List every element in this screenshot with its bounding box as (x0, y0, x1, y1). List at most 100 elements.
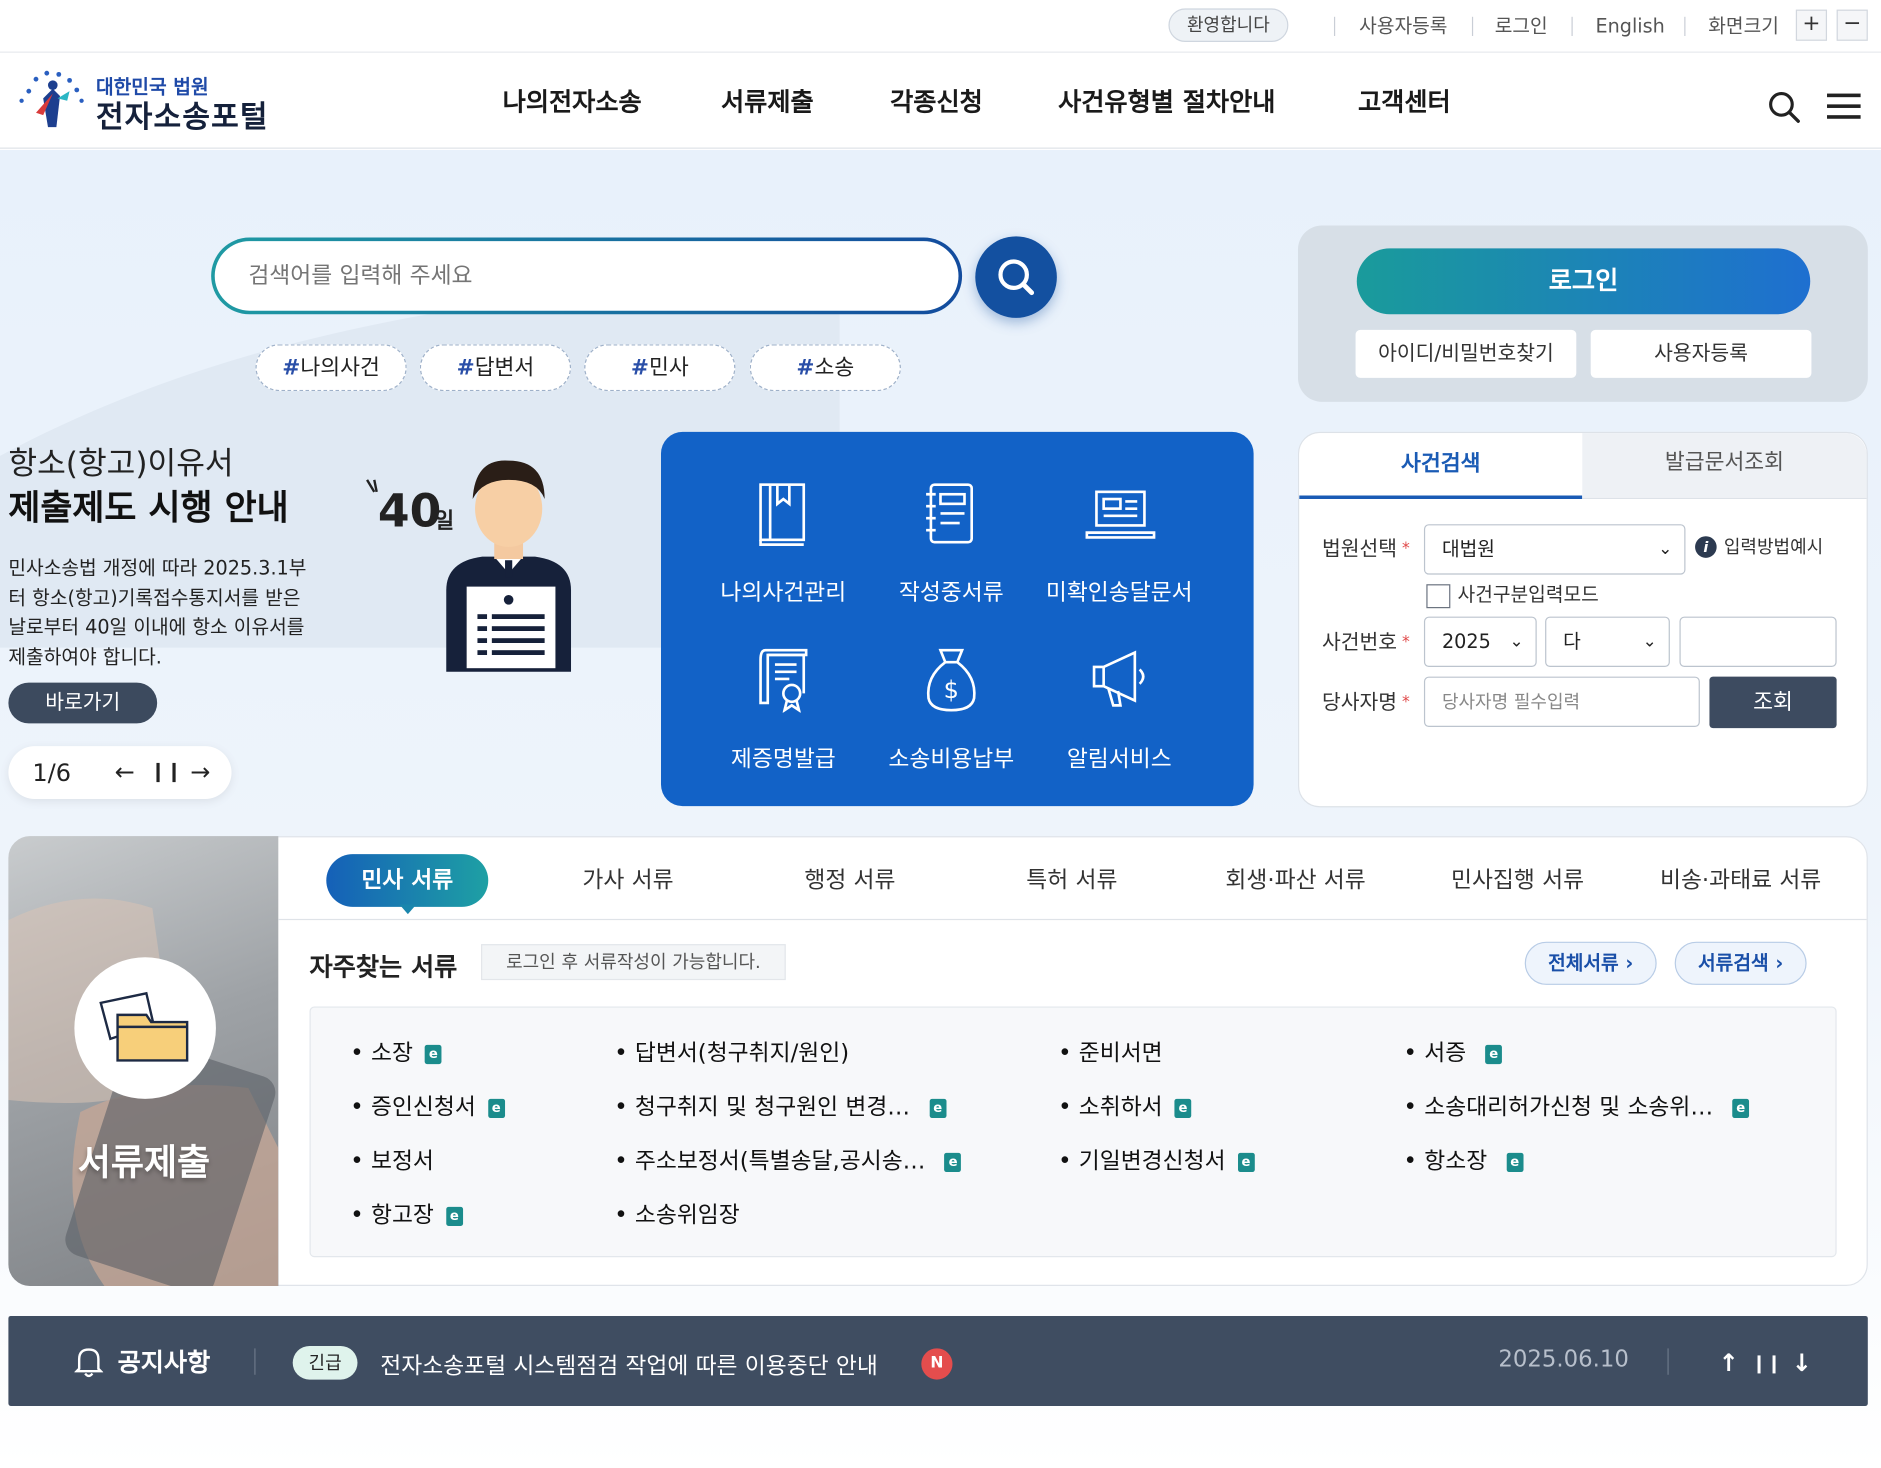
party-name-input[interactable]: 당사자명 필수입력 (1423, 676, 1700, 727)
mode-checkbox[interactable] (1426, 584, 1451, 609)
doc-item[interactable]: • 증인신청서 e (350, 1090, 505, 1124)
banner-go-button[interactable]: 바로가기 (8, 682, 158, 724)
court-select[interactable]: 대법원 ⌄ (1423, 524, 1686, 575)
bullet: • (1058, 1040, 1079, 1067)
menu-icon[interactable] (1825, 91, 1863, 122)
e-form-icon[interactable]: e (1485, 1044, 1503, 1065)
e-form-icon[interactable]: e (929, 1098, 947, 1119)
nav-customer-center[interactable]: 고객센터 (1358, 84, 1451, 120)
e-form-icon[interactable]: e (1732, 1098, 1750, 1119)
book-icon[interactable] (751, 480, 816, 547)
doc-item[interactable]: • 준비서면 (1058, 1036, 1163, 1070)
nav-document-submit[interactable]: 서류제출 (721, 84, 814, 120)
doc-item[interactable]: • 소송대리허가신청 및 소송위… e (1404, 1090, 1750, 1124)
e-form-icon[interactable]: e (1174, 1098, 1192, 1119)
doc-item[interactable]: • 보정서 (350, 1144, 434, 1178)
login-button[interactable]: 로그인 (1356, 248, 1811, 315)
quick-label[interactable]: 제증명발급 (693, 744, 873, 775)
nav-applications[interactable]: 각종신청 (890, 84, 983, 120)
court-select-value: 대법원 (1441, 537, 1495, 561)
zoom-in-button[interactable]: + (1795, 9, 1828, 41)
doc-item[interactable]: • 서증 e (1404, 1036, 1503, 1070)
info-icon[interactable]: i (1695, 536, 1717, 558)
court-label-text: 법원선택 (1321, 537, 1398, 562)
search-input[interactable] (214, 241, 959, 311)
tab-execution-docs[interactable]: 민사집행 서류 (1428, 854, 1608, 907)
megaphone-icon[interactable] (1087, 645, 1154, 712)
divider (1684, 16, 1686, 36)
e-form-icon[interactable]: e (445, 1206, 463, 1227)
case-type-select[interactable]: 다 ⌄ (1545, 616, 1670, 667)
arrow-left-icon[interactable]: ← (112, 757, 138, 786)
pause-icon[interactable]: ❙❙ (150, 759, 182, 782)
nav-procedure-guide[interactable]: 사건유형별 절차안내 (1058, 84, 1275, 120)
tab-case-search[interactable]: 사건검색 (1299, 433, 1583, 500)
tab-divider (278, 918, 1867, 921)
court-logo-icon[interactable] (17, 65, 89, 135)
arrow-right-icon[interactable]: → (187, 757, 213, 786)
search-icon[interactable] (1766, 89, 1802, 125)
pager-count: 1/6 (32, 758, 72, 787)
all-docs-button[interactable]: 전체서류 › (1524, 941, 1657, 985)
case-number-input[interactable] (1679, 616, 1837, 667)
nav-my-case[interactable]: 나의전자소송 (503, 84, 642, 120)
welcome-badge: 환영합니다 (1168, 8, 1289, 42)
e-form-icon[interactable]: e (944, 1152, 962, 1173)
money-bag-icon[interactable]: $ (919, 645, 984, 712)
tab-patent-docs[interactable]: 특허 서류 (991, 854, 1153, 907)
notebook-icon[interactable] (919, 480, 984, 547)
input-help-link[interactable]: 입력방법예시 (1724, 533, 1823, 562)
query-button[interactable]: 조회 (1709, 676, 1837, 729)
laptop-icon[interactable] (1084, 480, 1156, 547)
register-link[interactable]: 사용자등록 (1359, 12, 1447, 41)
tab-issued-docs[interactable]: 발급문서조회 (1582, 433, 1867, 500)
quick-label[interactable]: 미확인송달문서 (1029, 577, 1209, 608)
arrow-up-icon[interactable]: ↑ (1715, 1348, 1741, 1377)
doc-item[interactable]: • 항소장 e (1404, 1144, 1524, 1178)
divider (1667, 1348, 1669, 1375)
quick-label[interactable]: 소송비용납부 (861, 744, 1041, 775)
doc-item[interactable]: • 소취하서 e (1058, 1090, 1192, 1124)
hashtag-button[interactable]: #민사 (584, 344, 736, 392)
notice-text[interactable]: 전자소송포털 시스템점검 작업에 따른 이용중단 안내 (380, 1348, 878, 1380)
doc-search-button[interactable]: 서류검색 › (1674, 941, 1807, 985)
doc-search-label: 서류검색 (1698, 951, 1769, 975)
arrow-down-icon[interactable]: ↓ (1789, 1348, 1815, 1377)
doc-item[interactable]: • 주소보정서(특별송달,공시송… e (614, 1144, 962, 1178)
doc-item[interactable]: • 소장 e (350, 1036, 442, 1070)
bullet: • (1403, 1040, 1425, 1067)
e-form-icon[interactable]: e (1506, 1152, 1524, 1173)
register-button[interactable]: 사용자등록 (1590, 329, 1812, 378)
doc-item[interactable]: • 소송위임장 (614, 1198, 740, 1232)
tab-admin-docs[interactable]: 행정 서류 (769, 854, 931, 907)
hashtag-button[interactable]: #소송 (749, 344, 901, 392)
tab-bankruptcy-docs[interactable]: 회생·파산 서류 (1200, 854, 1392, 907)
tab-civil-docs[interactable]: 민사 서류 (326, 854, 489, 907)
quick-label[interactable]: 작성중서류 (861, 577, 1041, 608)
search-icon (998, 259, 1035, 296)
zoom-out-button[interactable]: − (1836, 9, 1868, 41)
doc-item-label: 청구취지 및 청구원인 변경… (634, 1094, 911, 1121)
tab-family-docs[interactable]: 가사 서류 (547, 854, 709, 907)
hashtag-button[interactable]: #나의사건 (255, 344, 407, 392)
english-link[interactable]: English (1595, 12, 1664, 41)
doc-item[interactable]: • 항고장 e (350, 1198, 463, 1232)
quick-label[interactable]: 나의사건관리 (693, 577, 873, 608)
hashtag-button[interactable]: #답변서 (419, 344, 572, 392)
doc-item[interactable]: • 답변서(청구취지/원인) (614, 1036, 849, 1070)
doc-item[interactable]: • 기일변경신청서 e (1058, 1144, 1255, 1178)
doc-item[interactable]: • 청구취지 및 청구원인 변경… e (614, 1090, 947, 1124)
pause-icon[interactable]: ❙❙ (1751, 1352, 1781, 1374)
tab-nonlitigation-docs[interactable]: 비송·과태료 서류 (1641, 854, 1840, 907)
search-button[interactable] (975, 236, 1057, 318)
year-select[interactable]: 2025 ⌄ (1423, 616, 1537, 667)
logo-title[interactable]: 전자소송포털 (96, 94, 269, 137)
chevron-down-icon: ⌄ (1642, 632, 1657, 652)
e-form-icon[interactable]: e (487, 1098, 505, 1119)
certificate-icon[interactable] (751, 645, 816, 714)
e-form-icon[interactable]: e (1237, 1152, 1255, 1173)
quick-label[interactable]: 알림서비스 (1029, 744, 1209, 775)
e-form-icon[interactable]: e (424, 1044, 442, 1065)
find-id-password-button[interactable]: 아이디/비밀번호찾기 (1355, 329, 1577, 378)
login-link[interactable]: 로그인 (1495, 12, 1548, 41)
